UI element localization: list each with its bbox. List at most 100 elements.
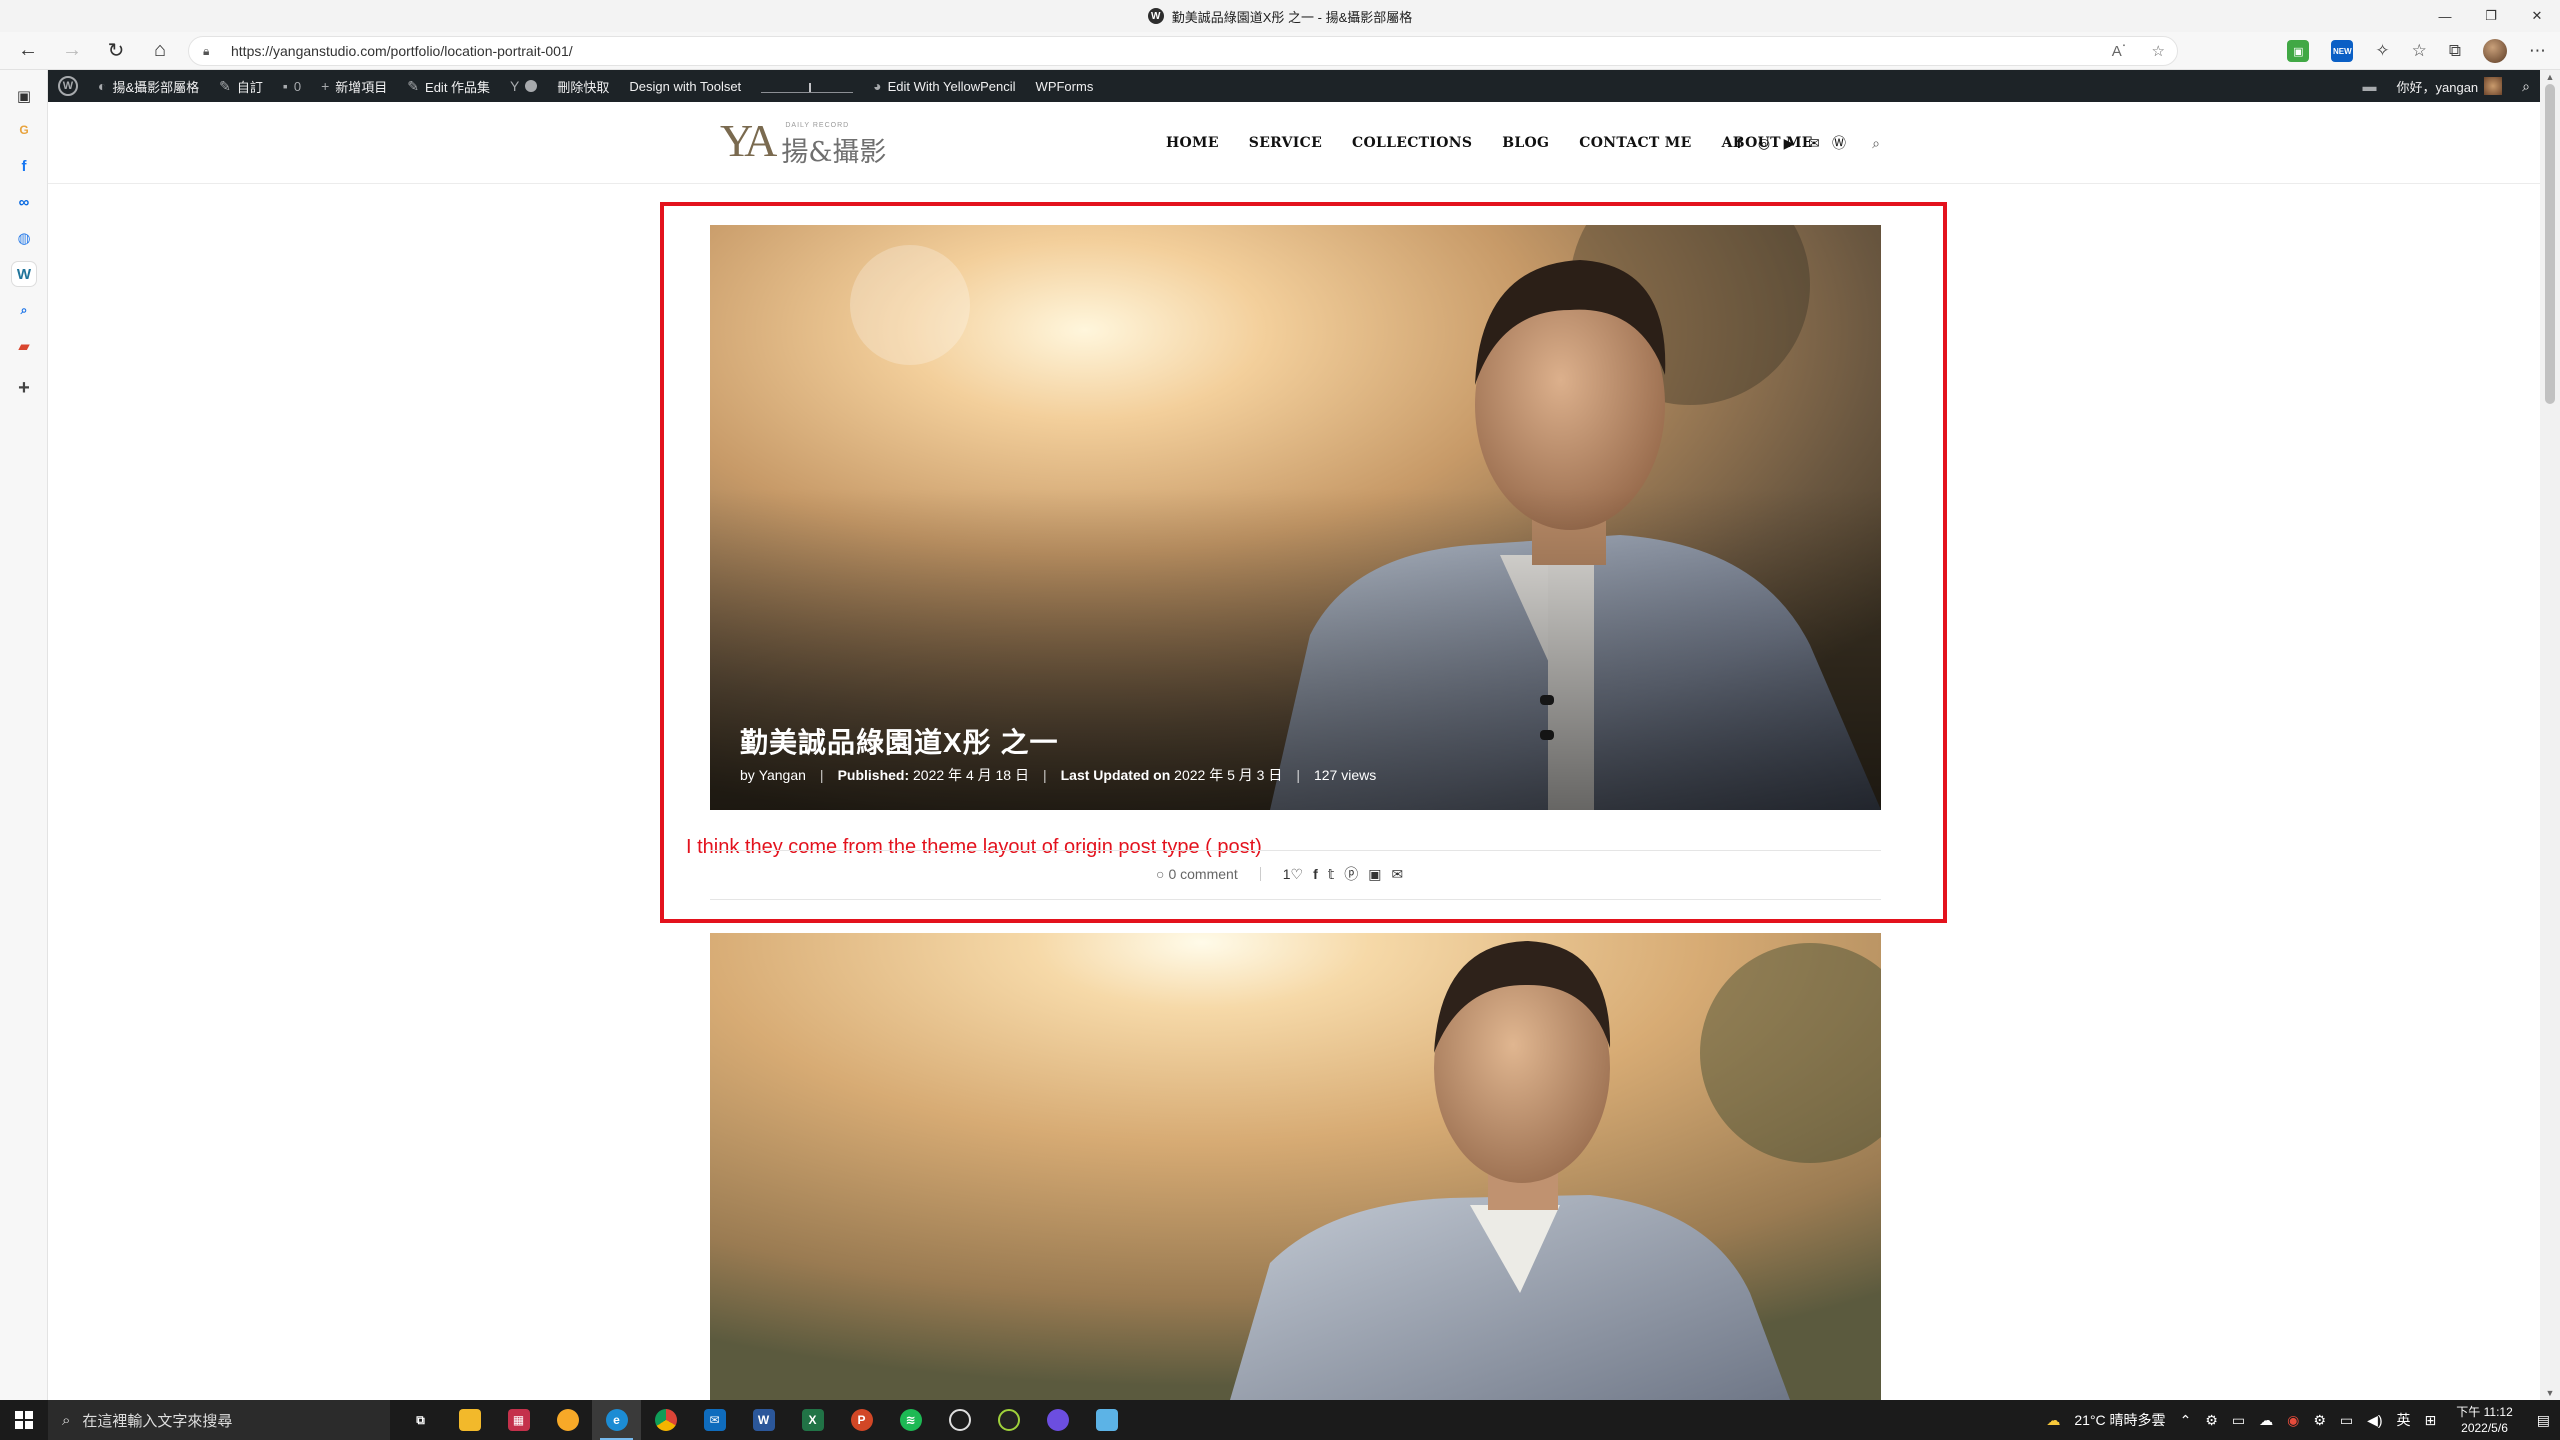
add-favorite-icon[interactable]: ☆ (2152, 42, 2165, 60)
extensions-puzzle-icon[interactable]: ✧ (2375, 41, 2389, 61)
page-scrollbar[interactable]: ▲ ▼ (2540, 70, 2560, 1400)
home-button[interactable]: ⌂ (138, 32, 182, 70)
ime-mode-icon[interactable]: ⊞ (2425, 1412, 2437, 1429)
start-button[interactable] (0, 1400, 48, 1440)
divider (710, 899, 1881, 900)
more-menu-icon[interactable]: ⋯ (2529, 41, 2546, 61)
cloud-icon (556, 1409, 579, 1431)
game-app-button[interactable] (984, 1400, 1033, 1440)
admin-account[interactable]: 你好，yangan (2387, 70, 2513, 102)
restore-icon[interactable]: ❐ (2468, 0, 2514, 32)
tray-app-icon[interactable]: ⚙ (2205, 1412, 2218, 1429)
facebook-icon[interactable]: f (1732, 135, 1746, 151)
view-count: 127 views (1313, 767, 1377, 783)
volume-icon[interactable]: ◀︎) (2367, 1412, 2382, 1429)
share-pinterest-icon[interactable]: ⓟ (1344, 864, 1358, 884)
excel-button[interactable]: X (788, 1400, 837, 1440)
admin-search[interactable]: ⌕ (2512, 70, 2540, 102)
admin-yellowpencil[interactable]: ◕ Edit With YellowPencil (863, 70, 1025, 102)
address-bar[interactable]: 🔒︎ https://yanganstudio.com/portfolio/lo… (188, 36, 2178, 66)
admin-comments[interactable]: ▪ 0 (273, 70, 311, 102)
facebook-icon[interactable]: f (12, 154, 36, 178)
admin-site-name[interactable]: ◐ 揚&攝影部屬格 (88, 70, 209, 102)
meta-icon[interactable]: ∞ (12, 190, 36, 214)
read-aloud-icon[interactable]: Aᐝ (2112, 42, 2126, 60)
site-logo[interactable]: YA DAILY RECORD 揚&攝影 (720, 118, 886, 169)
powerpoint-button[interactable]: P (837, 1400, 886, 1440)
heart-icon[interactable]: ♡ (1291, 866, 1304, 883)
menu-collections[interactable]: COLLECTIONS (1352, 135, 1472, 151)
admin-clear-cache[interactable]: 刪除快取 (547, 70, 619, 102)
add-sidebar-icon[interactable]: + (12, 376, 36, 400)
purple-app-button[interactable] (1033, 1400, 1082, 1440)
tab-actions-icon[interactable]: ▣ (12, 84, 36, 108)
share-email-icon[interactable]: ✉ (1392, 866, 1404, 883)
admin-wpforms[interactable]: WPForms (1026, 70, 1104, 102)
google-icon[interactable]: G (12, 118, 36, 142)
weather-app-button[interactable] (543, 1400, 592, 1440)
task-view-button[interactable]: ⧉ (396, 1400, 445, 1440)
minimize-icon[interactable]: — (2422, 0, 2468, 32)
tray-chevron-icon[interactable]: ⌃ (2180, 1412, 2192, 1429)
globe-icon[interactable]: ◍ (12, 226, 36, 250)
admin-new-item[interactable]: + 新增項目 (311, 70, 397, 102)
share-pocket-icon[interactable]: ▣ (1368, 866, 1381, 883)
author-link[interactable]: Yangan (759, 767, 806, 783)
admin-edit-item[interactable]: ✎ Edit 作品集 (397, 70, 500, 102)
taskbar-search[interactable]: ⌕ 在這裡輸入文字來搜尋 (48, 1400, 390, 1440)
refresh-button[interactable]: ↻ (94, 32, 138, 70)
wordpress-icon[interactable]: Ⓦ (1832, 133, 1846, 153)
admin-toolset[interactable]: Design with Toolset (619, 70, 751, 102)
wp-logo-menu[interactable]: W (48, 70, 88, 102)
back-button[interactable]: ← (6, 32, 50, 70)
close-icon[interactable]: ✕ (2514, 0, 2560, 32)
new-item-label: 新增項目 (335, 79, 388, 95)
admin-yoast[interactable]: Y (500, 70, 547, 102)
scrollbar-thumb[interactable] (2545, 84, 2555, 404)
instagram-icon[interactable]: ◎ (1757, 135, 1771, 152)
youtube-icon[interactable]: ▶ (1782, 135, 1796, 152)
ime-indicator[interactable]: 英 (2397, 1410, 2411, 1430)
office-icon[interactable]: ▰ (12, 334, 36, 358)
menu-home[interactable]: HOME (1166, 135, 1219, 151)
word-button[interactable]: W (739, 1400, 788, 1440)
menu-blog[interactable]: BLOG (1502, 135, 1549, 151)
share-twitter-icon[interactable]: 𝕥 (1328, 866, 1335, 883)
admin-notification[interactable]: ▬ (2353, 70, 2387, 102)
settings-app-button[interactable] (935, 1400, 984, 1440)
excel-icon: X (801, 1409, 824, 1431)
chrome-button[interactable] (641, 1400, 690, 1440)
share-facebook-icon[interactable]: f (1313, 866, 1318, 882)
search-sidebar-icon[interactable]: ⌕ (12, 298, 36, 322)
menu-contact-me[interactable]: CONTACT ME (1579, 135, 1691, 151)
file-explorer-button[interactable] (445, 1400, 494, 1440)
collections-icon[interactable]: ⧉ (2449, 41, 2461, 61)
calendar-app-button[interactable]: ▦ (494, 1400, 543, 1440)
notes-app-button[interactable] (1082, 1400, 1131, 1440)
scroll-up-icon[interactable]: ▲ (2540, 70, 2560, 84)
favorites-icon[interactable]: ☆ (2412, 41, 2427, 61)
email-icon[interactable]: ✉ (1807, 135, 1821, 152)
notifications-icon[interactable]: ▤ (2537, 1412, 2550, 1429)
mail-button[interactable]: ✉ (690, 1400, 739, 1440)
weather-text[interactable]: 21°C 晴時多雲 (2074, 1410, 2165, 1430)
spotify-button[interactable]: ≋ (886, 1400, 935, 1440)
comment-count-link[interactable]: 0 comment (1168, 866, 1237, 882)
edge-button[interactable]: e (592, 1400, 641, 1440)
site-search-icon[interactable]: ⌕ (1869, 135, 1883, 152)
menu-service[interactable]: SERVICE (1249, 135, 1322, 151)
tray-gear-icon[interactable]: ⚙ (2313, 1412, 2326, 1429)
admin-customize[interactable]: ✎ 自訂 (209, 70, 273, 102)
battery-icon[interactable]: ▭ (2232, 1412, 2245, 1429)
tray-red-icon[interactable]: ◉ (2287, 1412, 2299, 1429)
extension-green-icon[interactable]: ▣ (2287, 40, 2310, 62)
forward-button[interactable]: → (50, 32, 94, 70)
onedrive-icon[interactable]: ☁ (2259, 1412, 2273, 1429)
taskbar-clock[interactable]: 下午 11:12 2022/5/6 (2456, 1404, 2512, 1436)
extension-new-icon[interactable]: NEW (2331, 40, 2354, 62)
taskbar-search-placeholder: 在這裡輸入文字來搜尋 (82, 1412, 233, 1430)
network-icon[interactable]: ▭ (2340, 1412, 2353, 1429)
wordpress-sidebar-icon[interactable]: W (12, 262, 36, 286)
scroll-down-icon[interactable]: ▼ (2540, 1386, 2560, 1400)
profile-avatar[interactable] (2483, 39, 2507, 63)
